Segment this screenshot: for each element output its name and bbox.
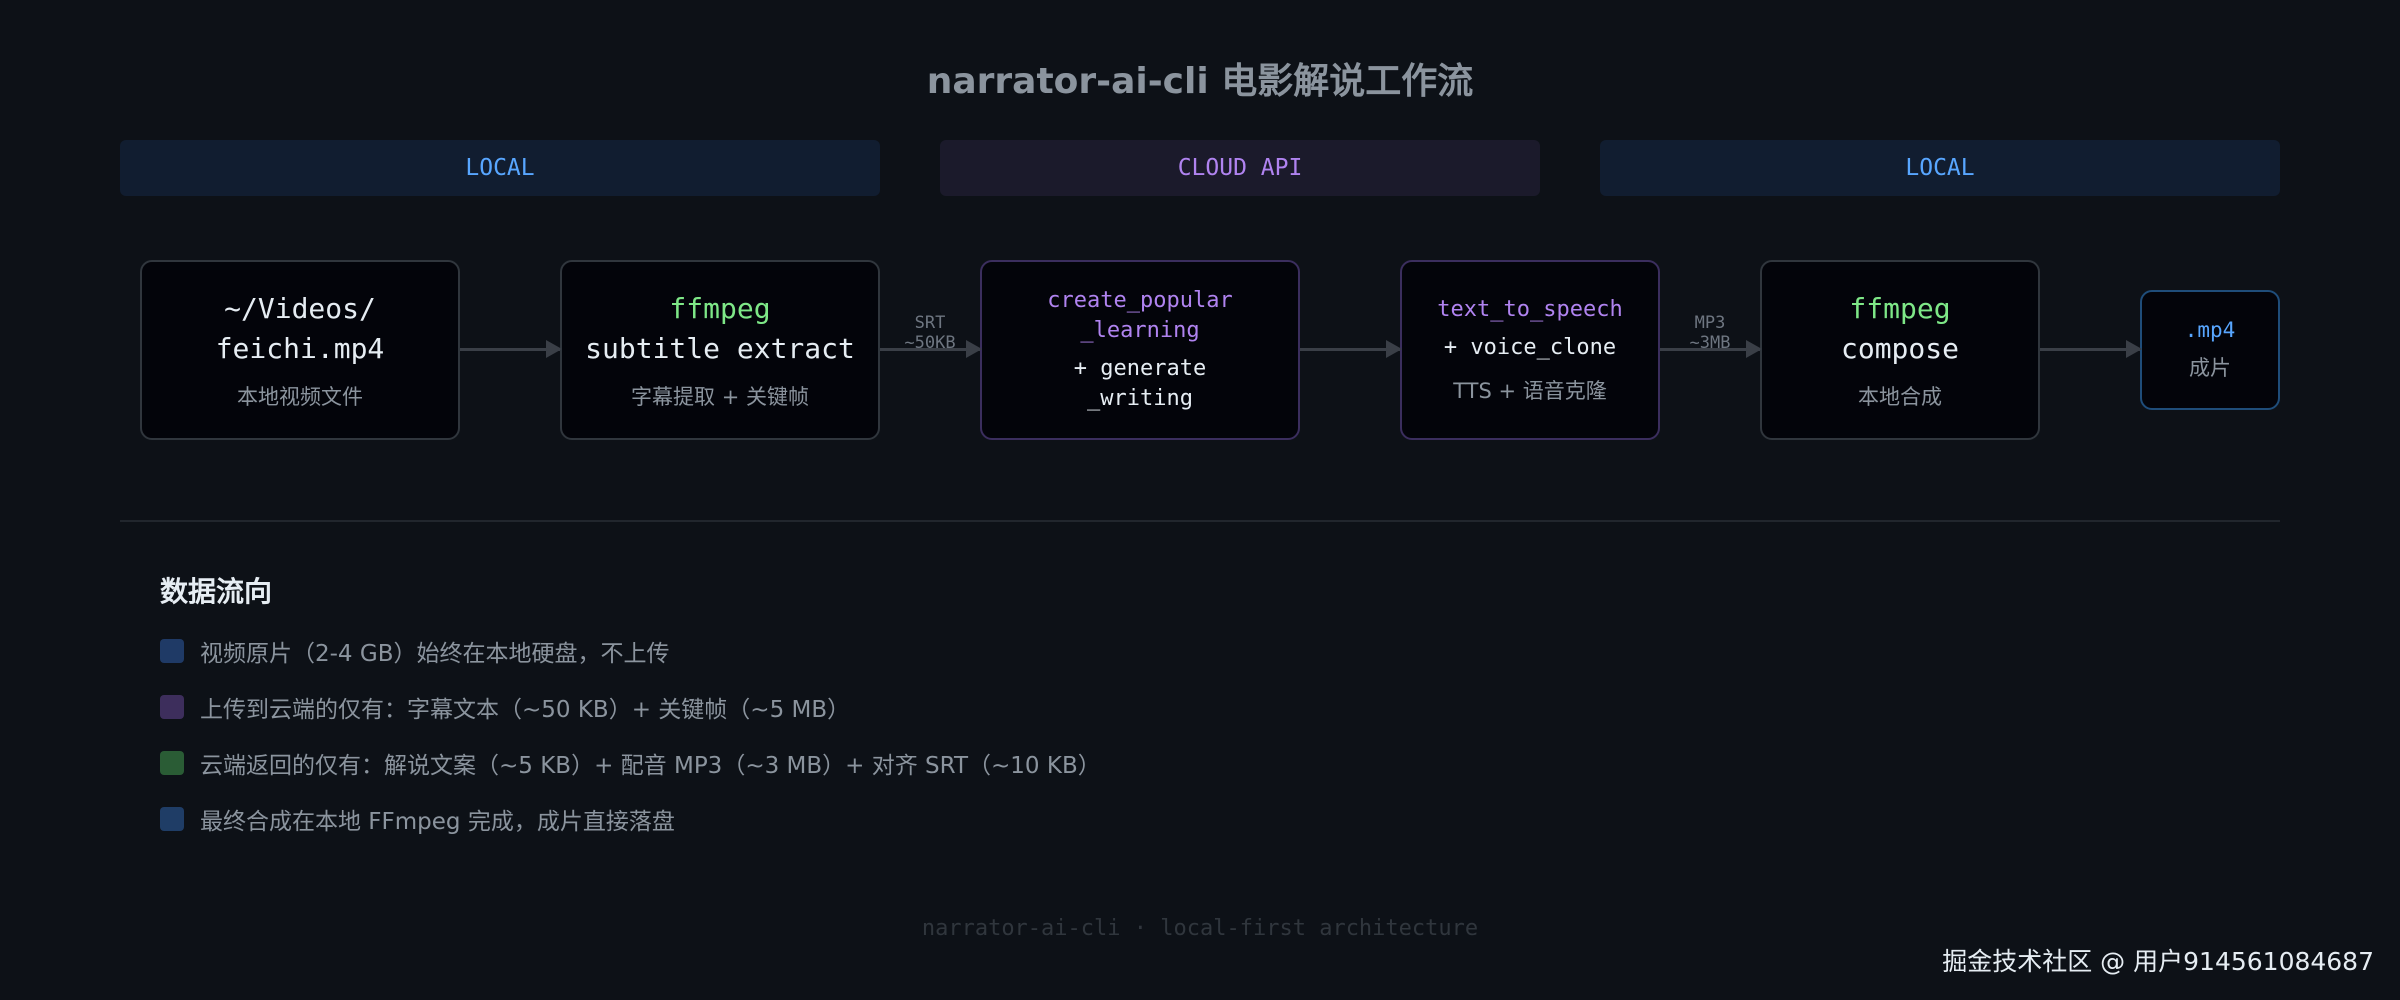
legend-item-upload: 上传到云端的仅有：字幕文本（~50 KB）+ 关键帧（~5 MB） [160, 690, 850, 724]
node-compose-main: compose [1840, 332, 1959, 365]
watermark: 掘金技术社区 @ 用户914561084687 [1942, 947, 2374, 976]
legend-swatch-purple [160, 695, 184, 719]
node-tts-line2: + voice_clone [1443, 335, 1617, 360]
node-writing-line2: _learning [1080, 318, 1200, 343]
arrow-source-to-extract [460, 340, 562, 358]
node-writing-line3: + generate [1073, 356, 1207, 381]
node-extract-caption: 字幕提取 + 关键帧 [631, 385, 809, 409]
legend-text: 最终合成在本地 FFmpeg 完成，成片直接落盘 [200, 809, 675, 835]
legend-item-return: 云端返回的仅有：解说文案（~5 KB）+ 配音 MP3（~3 MB）+ 对齐 S… [160, 746, 1101, 780]
footer-caption: narrator-ai-cli · local-first architectu… [921, 916, 1479, 941]
legend-text: 上传到云端的仅有：字幕文本（~50 KB）+ 关键帧（~5 MB） [200, 697, 851, 723]
divider [120, 520, 2280, 522]
band-cloud-api: CLOUD API [940, 140, 1540, 196]
node-cloud-tts: text_to_speech + voice_clone TTS + 语音克隆 [1400, 260, 1660, 440]
node-output-caption: 成片 [2189, 356, 2231, 380]
edge-label-mp3-line2: ~3MB [1689, 333, 1731, 353]
node-output-mp4: .mp4 成片 [2140, 290, 2280, 410]
node-output-ext: .mp4 [2184, 318, 2236, 342]
node-tts-line1: text_to_speech [1437, 297, 1623, 322]
node-source-path-line1: ~/Videos/ [224, 292, 376, 325]
legend-item-compose: 最终合成在本地 FFmpeg 完成，成片直接落盘 [160, 802, 675, 836]
legend-swatch-blue [160, 639, 184, 663]
node-tts-caption: TTS + 语音克隆 [1453, 379, 1607, 403]
edge-label-srt-line1: SRT [914, 313, 946, 333]
diagram-title: narrator-ai-cli 电影解说工作流 [926, 61, 1474, 102]
edge-label-mp3-line1: MP3 [1694, 313, 1726, 333]
node-source-video: ~/Videos/ feichi.mp4 本地视频文件 [140, 260, 460, 440]
node-source-caption: 本地视频文件 [237, 385, 363, 409]
node-extract-main: subtitle extract [585, 332, 855, 365]
legend-item-local-video: 视频原片（2-4 GB）始终在本地硬盘，不上传 [160, 634, 669, 668]
legend-title: 数据流向 [160, 575, 273, 608]
band-local-right: LOCAL [1600, 140, 2280, 196]
edge-label-srt: SRT ~50KB [880, 313, 980, 353]
node-source-path-line2: feichi.mp4 [215, 332, 385, 365]
arrow-writing-to-tts [1300, 340, 1402, 358]
arrow-compose-to-output [2040, 340, 2142, 358]
legend-swatch-green [160, 751, 184, 775]
edge-label-mp3: MP3 ~3MB [1660, 313, 1760, 353]
node-compose-caption: 本地合成 [1858, 385, 1942, 409]
legend-swatch-navy [160, 807, 184, 831]
legend-text: 云端返回的仅有：解说文案（~5 KB）+ 配音 MP3（~3 MB）+ 对齐 S… [200, 753, 1101, 779]
node-extract-tool: ffmpeg [669, 292, 771, 325]
edge-label-srt-line2: ~50KB [904, 333, 956, 353]
band-local-left: LOCAL [120, 140, 880, 196]
node-cloud-writing: create_popular _learning + generate _wri… [980, 260, 1300, 440]
node-compose-tool: ffmpeg [1849, 292, 1951, 325]
legend-text: 视频原片（2-4 GB）始终在本地硬盘，不上传 [200, 641, 670, 667]
node-compose: ffmpeg compose 本地合成 [1760, 260, 2040, 440]
node-subtitle-extract: ffmpeg subtitle extract 字幕提取 + 关键帧 [560, 260, 880, 440]
node-writing-line1: create_popular [1047, 288, 1233, 313]
node-writing-line4: _writing [1087, 386, 1193, 411]
